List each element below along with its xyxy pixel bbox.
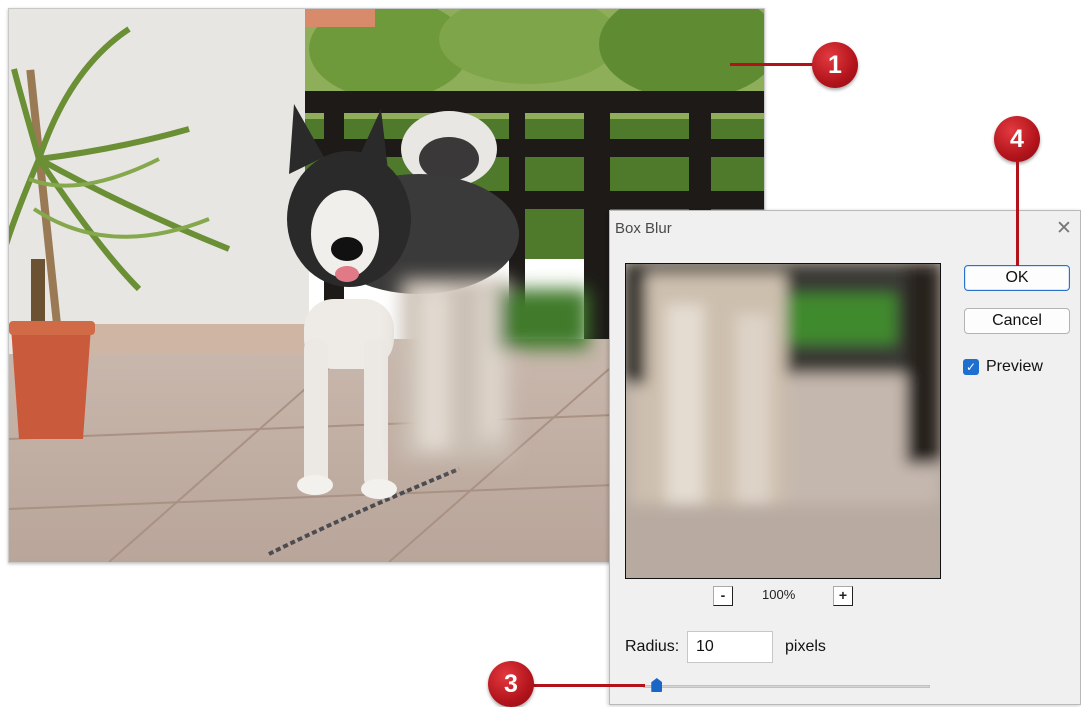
radius-label: Radius: (625, 638, 680, 655)
callout-1-badge: 1 (812, 42, 858, 88)
callout-4-number: 4 (1010, 124, 1024, 153)
radius-input[interactable]: 10 (687, 631, 773, 663)
preview-checkbox[interactable]: ✓ (963, 359, 979, 375)
callout-1-number: 1 (828, 50, 842, 79)
close-icon[interactable]: ✕ (1052, 217, 1076, 241)
box-blur-dialog: Box Blur ✕ - 100% + OK Cancel ✓ Preview … (609, 210, 1081, 705)
callout-3-line (530, 684, 645, 687)
callout-3-badge: 3 (488, 661, 534, 707)
dialog-title: Box Blur (615, 220, 672, 237)
callout-1-line (730, 63, 814, 66)
cancel-button[interactable]: Cancel (964, 308, 1070, 334)
preview-label: Preview (986, 358, 1043, 375)
callout-4-line (1016, 160, 1019, 266)
ok-button[interactable]: OK (964, 265, 1070, 291)
callout-4-badge: 4 (994, 116, 1040, 162)
zoom-level-label: 100% (762, 587, 796, 602)
filter-preview[interactable] (625, 263, 941, 579)
units-label: pixels (785, 638, 826, 655)
callout-3-number: 3 (504, 669, 518, 698)
radius-slider-handle[interactable] (651, 678, 663, 692)
blurred-preview-image (626, 264, 940, 578)
zoom-in-button[interactable]: + (833, 586, 853, 606)
zoom-out-button[interactable]: - (713, 586, 733, 606)
radius-slider-track[interactable] (643, 685, 930, 688)
